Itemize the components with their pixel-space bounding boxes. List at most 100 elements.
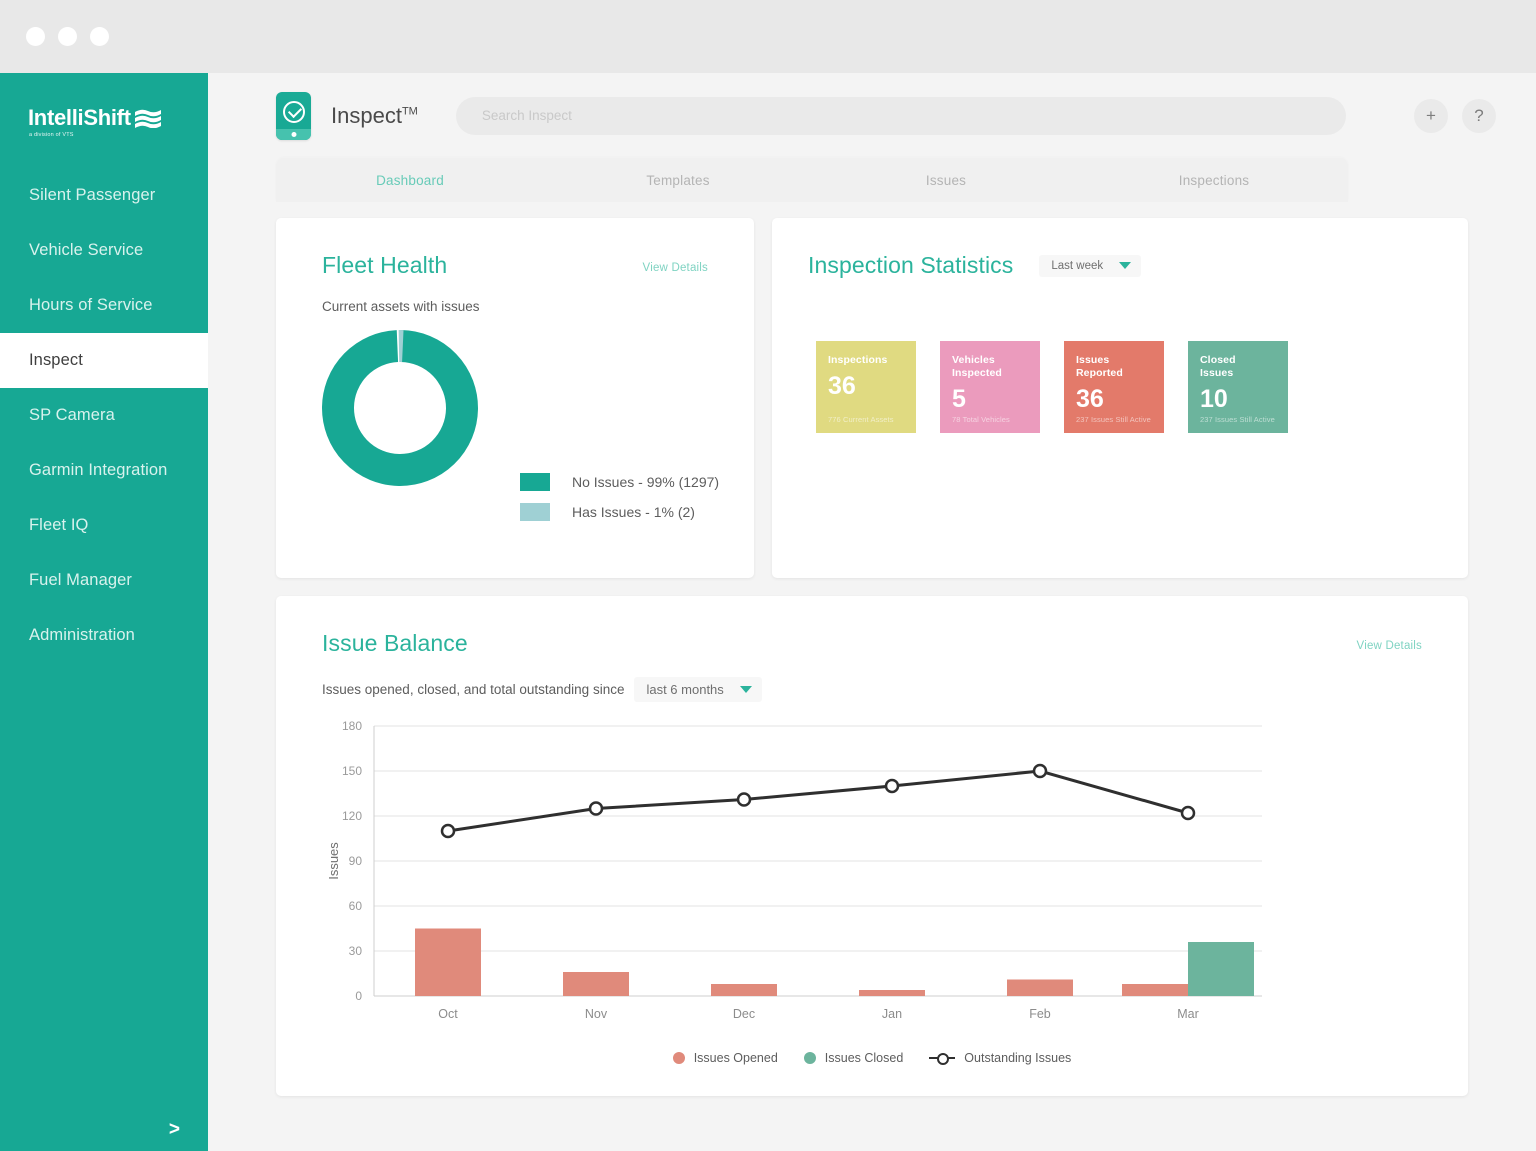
sidebar-item-hours-of-service[interactable]: Hours of Service [0,278,208,333]
sidebar-item-label: SP Camera [29,406,115,424]
chart-legend-outstanding-issues: Outstanding Issues [929,1051,1071,1065]
stat-tile-note: 237 Issues Still Active [1076,415,1151,424]
brand-logo[interactable]: IntelliShift a division of VTS [0,73,208,138]
brand-tagline: a division of VTS [29,132,74,138]
tab-dashboard[interactable]: Dashboard [276,173,544,188]
brand-name: IntelliShift [28,105,131,130]
sidebar-item-sp-camera[interactable]: SP Camera [0,388,208,443]
app-header: InspectTM + ? [208,73,1536,158]
svg-text:Mar: Mar [1177,1007,1199,1021]
trademark-symbol: TM [401,105,418,118]
legend-label-no-issues: No Issues - 99% (1297) [572,474,720,490]
stat-tile-value: 10 [1200,385,1228,414]
stat-tile-value: 36 [828,372,856,401]
sidebar-item-garmin-integration[interactable]: Garmin Integration [0,443,208,498]
legend-dot-issues-opened [672,1052,685,1064]
tab-templates[interactable]: Templates [544,173,812,188]
svg-text:Oct: Oct [438,1007,458,1021]
svg-text:150: 150 [342,764,362,778]
fleet-health-card: Fleet Health View Details Current assets… [276,218,754,578]
svg-text:Issues: Issues [326,842,341,880]
inspection-statistics-card: Inspection Statistics Last week Inspecti… [772,218,1468,578]
search-container[interactable] [455,96,1346,135]
chart-legend-issues-closed: Issues Closed [803,1051,904,1065]
window-dot-maximize[interactable] [90,27,109,46]
svg-text:0: 0 [355,989,362,1003]
donut-slice-no-issues [322,330,478,486]
inspection-period-value: Last week [1051,259,1104,272]
issue-balance-legend: Issues Opened Issues Closed Outstanding … [322,1051,1422,1065]
svg-text:Nov: Nov [585,1007,608,1021]
svg-text:Dec: Dec [733,1007,755,1021]
statistics-tiles: Inspections 36 776 Current Assets Vehicl… [808,341,1428,433]
fleet-health-view-details-link[interactable]: View Details [643,262,708,274]
stat-tile-inspections[interactable]: Inspections 36 776 Current Assets [816,341,916,433]
sidebar-expand-icon[interactable]: > [169,1119,180,1141]
search-input[interactable] [481,108,1320,123]
add-button[interactable]: + [1414,98,1448,133]
help-button[interactable]: ? [1462,98,1496,133]
stat-tile-label: Inspections [828,354,888,366]
stat-tile-note: 78 Total Vehicles [952,415,1010,424]
chevron-down-icon [1119,262,1132,269]
legend-swatch-has-issues [520,503,550,521]
svg-text:90: 90 [349,854,363,868]
stat-tile-label: Closed Issues [1200,354,1236,380]
tab-bar: Dashboard Templates Issues Inspections [276,158,1348,202]
sidebar-item-silent-passenger[interactable]: Silent Passenger [0,168,208,223]
svg-text:120: 120 [342,809,362,823]
header-actions: + ? [1414,98,1496,133]
legend-label-issues-closed: Issues Closed [824,1051,904,1065]
inspection-statistics-header: Inspection Statistics Last week [808,252,1428,279]
issue-balance-period-dropdown[interactable]: last 6 months [634,677,762,702]
sidebar-item-label: Vehicle Service [29,241,144,259]
inspection-period-dropdown[interactable]: Last week [1039,254,1142,277]
sidebar-item-fleet-iq[interactable]: Fleet IQ [0,498,208,553]
issue-balance-plot: 0 30 60 90 120 150 180 Issues Oct Nov Dec Jan Feb Mar [326,719,1262,1021]
tab-inspections[interactable]: Inspections [1080,173,1348,188]
stat-tile-closed-issues[interactable]: Closed Issues 10 237 Issues Still Active [1188,341,1288,433]
check-circle-icon [282,100,305,123]
sidebar-item-label: Fuel Manager [29,571,133,589]
stat-tile-issues-reported[interactable]: Issues Reported 36 237 Issues Still Acti… [1064,341,1164,433]
legend-label-has-issues: Has Issues - 1% (2) [572,504,695,520]
issue-balance-chart: 0 30 60 90 120 150 180 Issues Oct Nov Dec Jan Feb Mar [322,716,1422,1041]
page-title: InspectTM [331,103,418,129]
sidebar-item-label: Silent Passenger [29,186,156,204]
sidebar-item-administration[interactable]: Administration [0,608,208,663]
sidebar-item-inspect[interactable]: Inspect [0,333,208,388]
stat-tile-label: Issues Reported [1076,354,1123,380]
legend-item-has-issues: Has Issues - 1% (2) [520,503,719,521]
stat-tile-vehicles-inspected[interactable]: Vehicles Inspected 5 78 Total Vehicles [940,341,1040,433]
svg-text:Jan: Jan [882,1007,902,1021]
window-dot-minimize[interactable] [58,27,77,46]
svg-text:30: 30 [349,944,363,958]
issue-balance-subtitle: Issues opened, closed, and total outstan… [322,682,625,697]
issue-balance-period-value: last 6 months [646,682,724,697]
tabs-wrapper: Dashboard Templates Issues Inspections [208,158,1536,202]
sidebar-item-label: Hours of Service [29,296,153,314]
legend-item-no-issues: No Issues - 99% (1297) [520,473,719,491]
legend-marker-outstanding-issues [929,1052,956,1065]
tab-issues[interactable]: Issues [812,173,1080,188]
stat-tile-value: 5 [952,385,966,414]
issue-balance-view-details-link[interactable]: View Details [1357,640,1422,652]
intellishift-wave-icon [134,109,161,128]
sidebar-nav: Silent Passenger Vehicle Service Hours o… [0,168,208,663]
window-title-bar [0,0,1536,73]
issue-balance-subtitle-row: Issues opened, closed, and total outstan… [322,677,1422,702]
app-body: IntelliShift a division of VTS Silent Pa… [0,73,1536,1151]
sidebar-item-label: Inspect [29,351,83,369]
legend-label-outstanding-issues: Outstanding Issues [964,1051,1072,1065]
inspection-statistics-title: Inspection Statistics [808,252,1014,278]
sidebar-item-fuel-manager[interactable]: Fuel Manager [0,553,208,608]
sidebar-item-label: Garmin Integration [29,461,168,479]
sidebar-item-vehicle-service[interactable]: Vehicle Service [0,223,208,278]
stat-tile-note: 237 Issues Still Active [1200,415,1275,424]
inspect-app-icon [276,91,311,140]
legend-dot-issues-closed [803,1052,816,1064]
chart-legend-issues-opened: Issues Opened [672,1051,778,1065]
window-dot-close[interactable] [26,27,45,46]
stat-tile-value: 36 [1076,385,1104,414]
page-title-text: Inspect [331,102,402,128]
